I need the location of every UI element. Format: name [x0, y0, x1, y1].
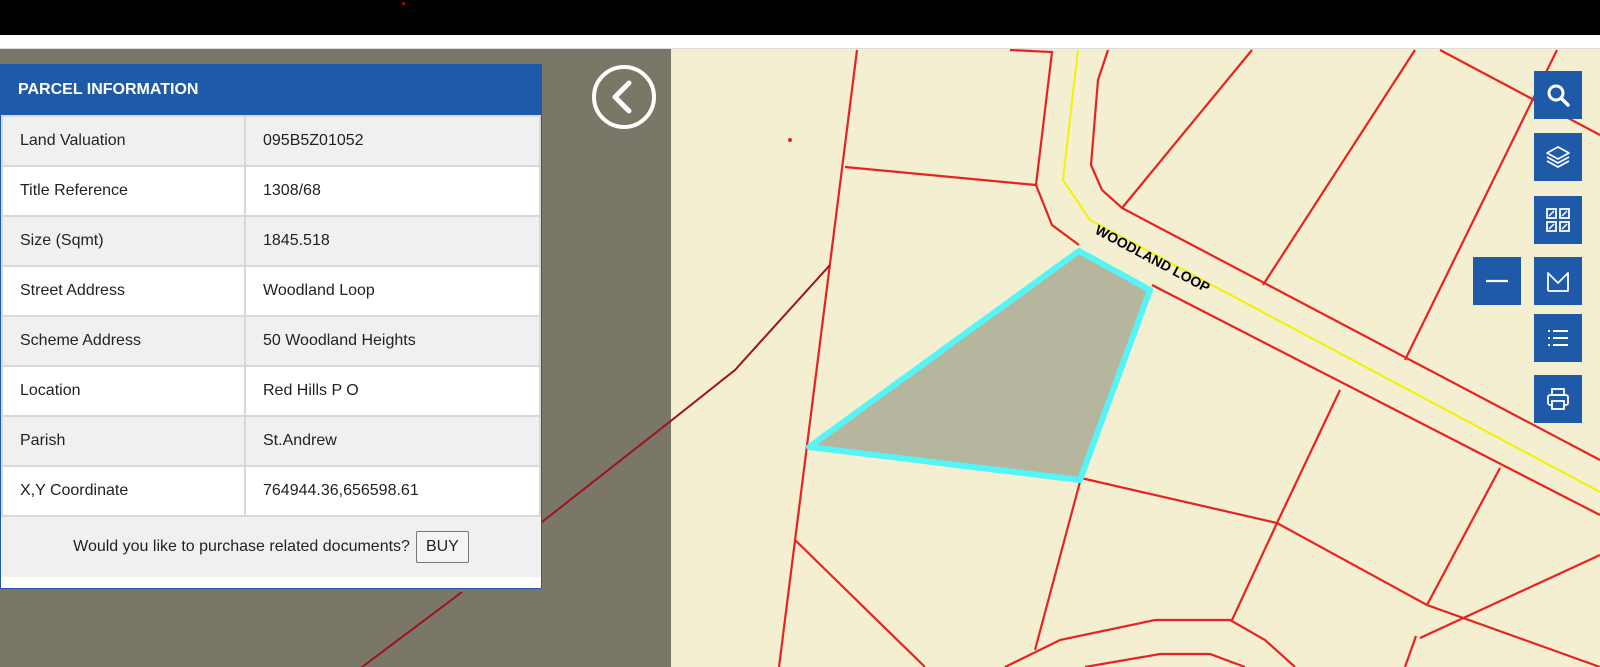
basemap-button[interactable]: [1534, 196, 1582, 244]
table-row: Scheme Address 50 Woodland Heights: [1, 315, 541, 367]
parcel-area: [671, 49, 1600, 667]
list-icon: [1548, 330, 1568, 346]
row-value-street-address: Woodland Loop: [244, 265, 541, 317]
table-row: X,Y Coordinate 764944.36,656598.61: [1, 465, 541, 517]
minimize-button[interactable]: [1473, 257, 1521, 305]
print-icon: [1547, 388, 1569, 410]
row-label-scheme-address: Scheme Address: [1, 315, 246, 367]
row-value-xy-coordinate: 764944.36,656598.61: [244, 465, 541, 517]
top-bar: [0, 0, 1600, 35]
row-value-size: 1845.518: [244, 215, 541, 267]
chevron-left-icon: [612, 80, 632, 114]
table-row: Location Red Hills P O: [1, 365, 541, 417]
row-label-street-address: Street Address: [1, 265, 246, 317]
search-button[interactable]: [1534, 71, 1582, 119]
row-value-land-valuation: 095B5Z01052: [244, 115, 541, 167]
search-icon: [1547, 84, 1570, 107]
row-label-xy-coordinate: X,Y Coordinate: [1, 465, 246, 517]
row-value-scheme-address: 50 Woodland Heights: [244, 315, 541, 367]
basemap-icon: [1546, 208, 1570, 232]
minimize-icon: [1486, 279, 1508, 283]
print-button[interactable]: [1534, 375, 1582, 423]
table-row: Size (Sqmt) 1845.518: [1, 215, 541, 267]
row-value-location: Red Hills P O: [244, 365, 541, 417]
row-value-parish: St.Andrew: [244, 415, 541, 467]
red-dot: [402, 2, 405, 5]
table-row: Title Reference 1308/68: [1, 165, 541, 217]
row-label-land-valuation: Land Valuation: [1, 115, 246, 167]
purchase-prompt-text: Would you like to purchase related docum…: [73, 538, 410, 555]
list-button[interactable]: [1534, 314, 1582, 362]
layers-icon: [1546, 146, 1570, 168]
parcel-info-panel: PARCEL INFORMATION Land Valuation 095B5Z…: [0, 64, 542, 589]
row-value-title-reference: 1308/68: [244, 165, 541, 217]
buy-button[interactable]: BUY: [415, 531, 469, 563]
table-row: Parish St.Andrew: [1, 415, 541, 467]
layers-button[interactable]: [1534, 133, 1582, 181]
table-row: Land Valuation 095B5Z01052: [1, 115, 541, 167]
collapse-panel-button[interactable]: [592, 65, 656, 129]
row-label-title-reference: Title Reference: [1, 165, 246, 217]
row-label-parish: Parish: [1, 415, 246, 467]
table-row: Street Address Woodland Loop: [1, 265, 541, 317]
map-marker-dot: [788, 138, 792, 142]
measure-icon: [1547, 272, 1569, 292]
parcel-info-table: Land Valuation 095B5Z01052 Title Referen…: [1, 115, 541, 517]
purchase-prompt: Would you like to purchase related docum…: [1, 517, 541, 577]
measure-button[interactable]: [1534, 257, 1582, 305]
row-label-location: Location: [1, 365, 246, 417]
header-strip: [0, 35, 1600, 49]
row-label-size: Size (Sqmt): [1, 215, 246, 267]
panel-title: PARCEL INFORMATION: [1, 65, 541, 115]
